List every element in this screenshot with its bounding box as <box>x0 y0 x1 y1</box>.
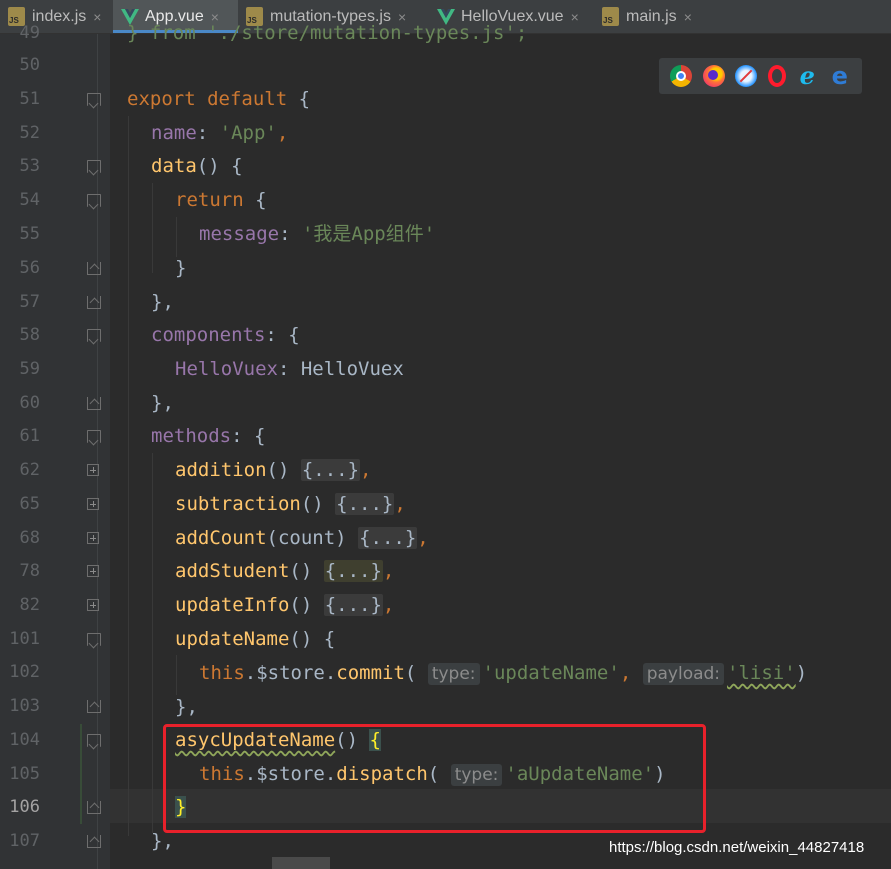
code-line-61: methods: { <box>151 425 266 447</box>
fold-collapse-icon[interactable] <box>87 93 101 106</box>
horizontal-scrollbar-thumb[interactable] <box>272 857 330 869</box>
fold-end-icon[interactable] <box>87 262 101 275</box>
tab-main-js[interactable]: JS main.js × <box>594 0 704 33</box>
js-file-icon: JS <box>602 7 619 26</box>
line-number: 107 <box>9 831 40 851</box>
code-line-52: name: 'App', <box>151 122 289 144</box>
tab-label: main.js <box>626 7 677 25</box>
code-line-55: message: '我是App组件' <box>199 223 436 245</box>
code-line-58: components: { <box>151 324 300 346</box>
fold-expand-icon[interactable] <box>87 565 99 577</box>
fold-collapse-icon[interactable] <box>87 329 101 342</box>
code-line-56: } <box>175 257 187 279</box>
line-number: 82 <box>19 595 40 615</box>
line-number: 61 <box>19 426 40 446</box>
line-number: 49 <box>19 23 40 43</box>
line-number: 104 <box>9 730 40 750</box>
code-line-53: data() { <box>151 155 243 177</box>
fold-end-icon[interactable] <box>87 835 101 848</box>
code-line-62: addition() {...}, <box>175 459 372 481</box>
line-number: 55 <box>19 224 40 244</box>
close-icon[interactable]: × <box>684 9 692 25</box>
code-line-82: updateInfo() {...}, <box>175 594 395 616</box>
code-line-101: updateName() { <box>175 628 336 650</box>
line-number: 58 <box>19 325 40 345</box>
line-number-current: 106 <box>9 797 40 817</box>
tab-label: index.js <box>32 7 87 25</box>
code-line-57: }, <box>151 291 174 313</box>
line-number: 62 <box>19 460 40 480</box>
line-number: 78 <box>19 561 40 581</box>
code-line-51: export default { <box>127 88 311 110</box>
line-number: 52 <box>19 123 40 143</box>
annotation-highlight-box <box>163 724 706 833</box>
parameter-hint: type: <box>427 663 480 685</box>
code-line-102: this.$store.commit( type:'updateName', p… <box>199 662 808 685</box>
fold-expand-icon[interactable] <box>87 498 99 510</box>
code-line-60: }, <box>151 392 174 414</box>
ie-icon[interactable]: e <box>796 64 818 88</box>
fold-expand-icon[interactable] <box>87 599 99 611</box>
fold-end-icon[interactable] <box>87 296 101 309</box>
fold-end-icon[interactable] <box>87 700 101 713</box>
safari-icon[interactable] <box>735 65 758 87</box>
code-line-49: } from './store/mutation-types.js'; <box>127 22 528 44</box>
chrome-icon[interactable] <box>670 65 693 87</box>
folded-block[interactable]: {...} <box>300 459 361 481</box>
line-number: 103 <box>9 696 40 716</box>
line-number: 59 <box>19 359 40 379</box>
code-line-68: addCount(count) {...}, <box>175 527 429 549</box>
fold-expand-icon[interactable] <box>87 464 99 476</box>
fold-collapse-icon[interactable] <box>87 633 101 646</box>
fold-end-icon[interactable] <box>87 397 101 410</box>
line-number: 54 <box>19 190 40 210</box>
folded-block[interactable]: {...} <box>323 594 383 616</box>
fold-collapse-icon[interactable] <box>87 430 101 443</box>
browser-preview-toolbar: e e <box>659 58 862 94</box>
code-line-103: }, <box>175 696 198 718</box>
fold-collapse-icon[interactable] <box>87 734 101 747</box>
opera-icon[interactable] <box>767 65 786 87</box>
line-number: 53 <box>19 156 40 176</box>
code-line-54: return { <box>175 189 267 211</box>
close-icon[interactable]: × <box>93 9 101 25</box>
firefox-icon[interactable] <box>702 65 725 87</box>
folded-block[interactable]: {...} <box>323 560 383 582</box>
line-number: 56 <box>19 258 40 278</box>
line-number: 105 <box>9 764 40 784</box>
line-number: 65 <box>19 494 40 514</box>
folded-block[interactable]: {...} <box>335 493 395 515</box>
edge-icon[interactable]: e <box>829 64 851 88</box>
watermark: https://blog.csdn.net/weixin_44827418 <box>609 839 865 856</box>
code-line-78: addStudent() {...}, <box>175 560 395 582</box>
code-line-65: subtraction() {...}, <box>175 493 406 515</box>
line-number: 57 <box>19 292 40 312</box>
line-number: 51 <box>19 89 40 109</box>
folded-block[interactable]: {...} <box>358 527 418 549</box>
close-icon[interactable]: × <box>571 9 579 25</box>
line-number: 50 <box>19 55 40 75</box>
fold-end-icon[interactable] <box>87 801 101 814</box>
line-number: 101 <box>9 629 40 649</box>
parameter-hint: payload: <box>642 663 725 685</box>
line-number: 68 <box>19 528 40 548</box>
fold-collapse-icon[interactable] <box>87 194 101 207</box>
line-number: 102 <box>9 662 40 682</box>
line-number: 60 <box>19 393 40 413</box>
vcs-change-marker <box>80 724 82 824</box>
fold-expand-icon[interactable] <box>87 532 99 544</box>
fold-collapse-icon[interactable] <box>87 160 101 173</box>
code-line-59: HelloVuex: HelloVuex <box>175 358 404 380</box>
